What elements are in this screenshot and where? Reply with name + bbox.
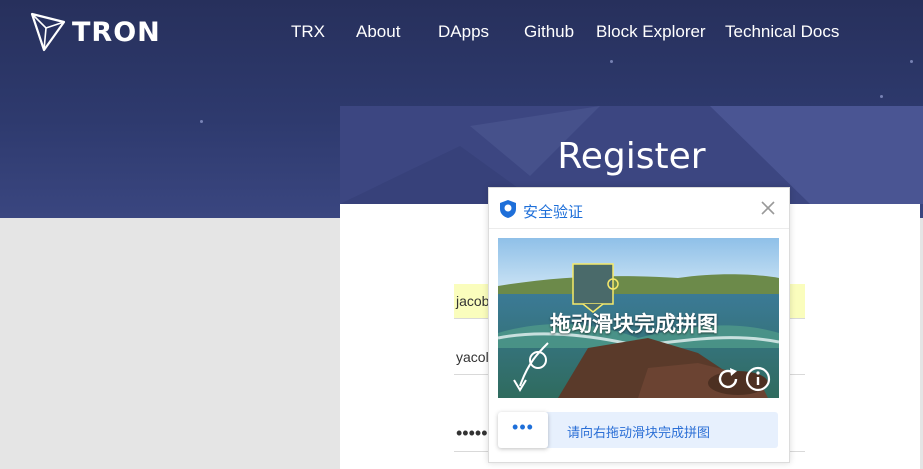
shield-icon: [500, 200, 516, 218]
captcha-slider-track[interactable]: ••• 请向右拖动滑块完成拼图: [498, 412, 778, 448]
refresh-icon[interactable]: [714, 365, 742, 393]
captcha-slider-handle[interactable]: •••: [498, 412, 548, 448]
close-icon[interactable]: [759, 199, 777, 217]
nav-item-block-explorer[interactable]: Block Explorer: [596, 22, 706, 42]
tron-logo-icon: [30, 12, 66, 52]
info-icon[interactable]: [744, 365, 772, 393]
nav-item-trx[interactable]: TRX: [291, 22, 325, 42]
name-value: yacol: [456, 349, 489, 365]
brand-name: TRON: [72, 16, 161, 48]
captcha-puzzle-image: 拖动滑块完成拼图: [498, 238, 779, 398]
star-decoration: [880, 95, 883, 98]
page-title: Register: [557, 136, 706, 177]
captcha-header: 安全验证: [489, 188, 789, 229]
captcha-title: 安全验证: [523, 203, 584, 221]
star-decoration: [200, 120, 203, 123]
captcha-instruction-overlay: 拖动滑块完成拼图: [550, 312, 718, 336]
nav-item-technical-docs[interactable]: Technical Docs: [725, 22, 839, 42]
nav-item-about[interactable]: About: [356, 22, 400, 42]
star-decoration: [610, 60, 613, 63]
nav-item-github[interactable]: Github: [524, 22, 574, 42]
brand-logo-link[interactable]: TRON: [30, 12, 161, 52]
username-value: jacob: [456, 293, 490, 309]
security-captcha-dialog: 安全验证 拖动滑块完成拼图 ••• 请向右拖动滑块完成拼图: [488, 187, 790, 463]
captcha-slider-hint: 请向右拖动滑块完成拼图: [567, 426, 711, 441]
star-decoration: [910, 60, 913, 63]
nav-item-dapps[interactable]: DApps: [438, 22, 489, 42]
